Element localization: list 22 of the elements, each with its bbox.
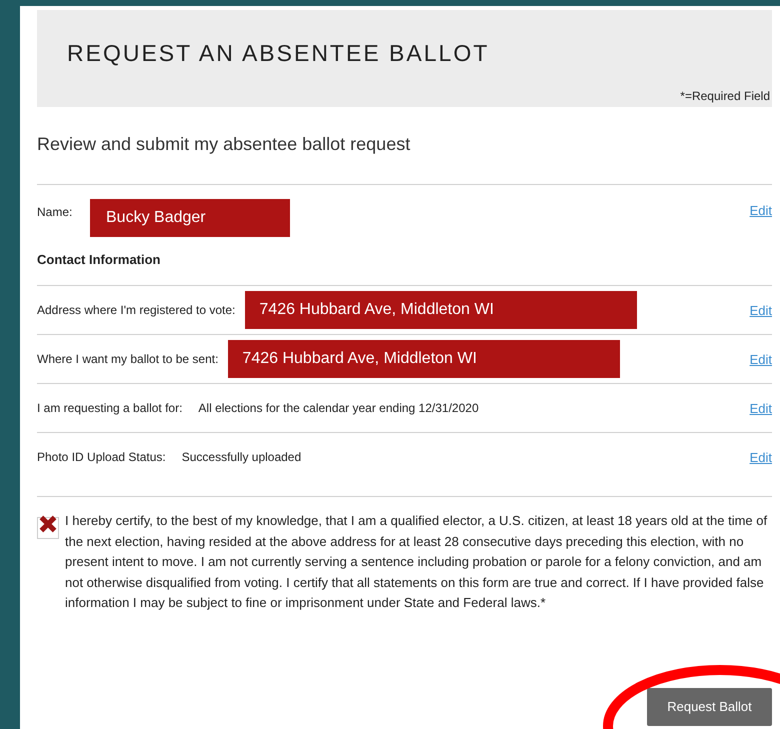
- subtitle: Review and submit my absentee ballot request: [37, 134, 410, 154]
- edit-link[interactable]: Edit: [750, 301, 772, 321]
- field-label: I am requesting a ballot for:: [37, 400, 182, 417]
- edit-link[interactable]: Edit: [750, 201, 772, 220]
- field-value: All elections for the calendar year ending 12/31/2020: [198, 400, 479, 417]
- address-value: 7426 Hubbard Ave, Middleton WI: [245, 291, 638, 329]
- edit-link[interactable]: Edit: [750, 448, 772, 468]
- field-value: Successfully uploaded: [182, 449, 302, 466]
- name-value: Bucky Badger: [90, 199, 290, 237]
- edit-link[interactable]: Edit: [750, 350, 772, 370]
- field-label: Photo ID Upload Status:: [37, 449, 166, 466]
- section-heading: Contact Information: [37, 252, 160, 267]
- field-label: Name:: [37, 204, 74, 221]
- certification-text: I hereby certify, to the best of my knowledge, that I am a qualified elector, a U.S. citizen, at least 18 years old at the time of the next election, having resided at the above address for at least 28 consecutive days preceding this election, with no present intent to move. I am not currently serving a sentence including probation or parole for a felony conviction, and am not otherwise disqualified from voting. I certify that all statements on this form are true and correct. If I have provided false information I may be subject to fine or imprisonment under State and Federal laws.*: [65, 512, 768, 612]
- field-label: Address where I'm registered to vote:: [37, 302, 236, 319]
- required-note: *=Required Field: [680, 88, 770, 105]
- edit-link[interactable]: Edit: [750, 399, 772, 419]
- address-value: 7426 Hubbard Ave, Middleton WI: [228, 340, 620, 378]
- certify-checkbox[interactable]: [37, 517, 59, 539]
- request-ballot-button[interactable]: Request Ballot: [647, 688, 772, 726]
- field-label: Where I want my ballot to be sent:: [37, 351, 218, 368]
- page-title: REQUEST AN ABSENTEE BALLOT: [67, 39, 490, 68]
